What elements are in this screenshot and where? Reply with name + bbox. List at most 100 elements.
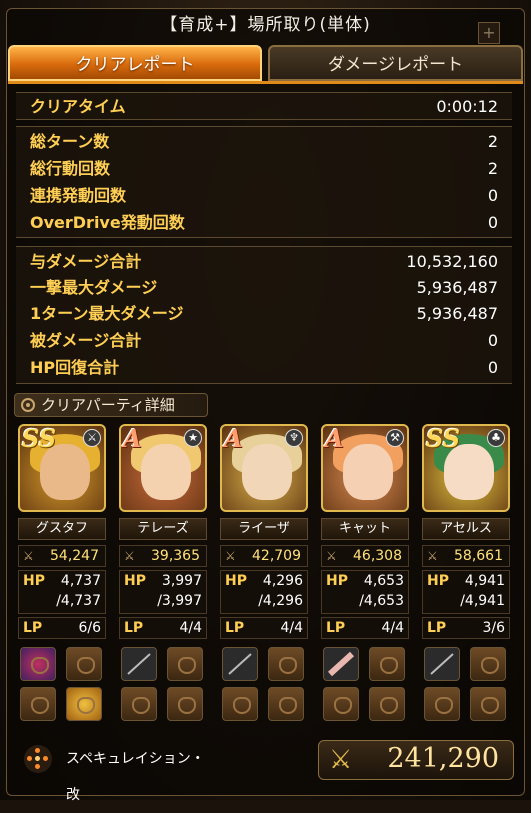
weapon-type-icon: ⚔ [83,429,101,447]
equipment-slots [321,647,409,725]
lp-label: LP [23,620,43,636]
lp-label: LP [225,620,245,636]
stat-row: 1ターン最大ダメージ 5,936,487 [16,301,512,327]
equipment-slot[interactable] [20,647,56,681]
equipment-slot[interactable] [121,647,157,681]
power-value: 46,308 [353,548,402,564]
weapon-type-icon: ★ [184,429,202,447]
hp-label: HP [326,573,348,589]
stat-row: OverDrive発動回数 0 [16,210,512,236]
party-member-card[interactable]: SS ♣ アセルス ⚔ 58,661 HP 4,941/4,941 LP 3/6 [422,424,510,725]
equipment-slot[interactable] [66,647,102,681]
stat-row: 与ダメージ合計 10,532,160 [16,249,512,275]
character-portrait[interactable]: A ⚒ [321,424,409,512]
crossed-swords-icon: ⚔ [326,549,337,563]
stat-row: 連携発動回数 0 [16,183,512,209]
character-portrait[interactable]: SS ⚔ [18,424,106,512]
equipment-slot[interactable] [424,687,460,721]
hp-current: 4,296 [262,573,303,589]
party-member-card[interactable]: A ⚒ キャット ⚔ 46,308 HP 4,653/4,653 LP 4/4 [321,424,409,725]
rank-badge: A [325,424,344,453]
formation-bar[interactable]: スペキュレイション・改 [16,741,216,803]
character-portrait[interactable]: A ♆ [220,424,308,512]
equipment-slot[interactable] [323,647,359,681]
turn-stats-panel: 総ターン数 2 総行動回数 2 連携発動回数 0 OverDrive発動回数 0 [16,126,512,238]
character-name: アセルス [422,518,510,540]
lp-value: 3/6 [482,620,505,636]
equipment-slot[interactable] [222,647,258,681]
equipment-slot[interactable] [424,647,460,681]
equipment-slot[interactable] [222,687,258,721]
equipment-slot[interactable] [66,687,102,721]
stat-value: 5,936,487 [416,304,498,323]
stat-label: 連携発動回数 [30,186,127,205]
weapon-type-icon: ♣ [487,429,505,447]
lp-box: LP 6/6 [18,617,106,639]
power-value: 42,709 [252,548,301,564]
equipment-slot[interactable] [323,687,359,721]
power-value: 54,247 [50,548,99,564]
equipment-slot[interactable] [470,647,506,681]
character-face [343,444,393,500]
stat-row: 総ターン数 2 [16,129,512,155]
party-member-card[interactable]: A ♆ ライーザ ⚔ 42,709 HP 4,296/4,296 LP 4/4 [220,424,308,725]
rank-badge: SS [426,424,461,453]
clear-time-row: クリアタイム 0:00:12 [16,94,512,120]
tab-damage-report[interactable]: ダメージレポート [268,45,523,81]
crossed-swords-icon: ⚔ [427,549,438,563]
hp-max: /3,997 [157,593,202,609]
weapon-type-icon: ⚒ [386,429,404,447]
stat-label: 1ターン最大ダメージ [30,304,184,323]
equipment-slot[interactable] [167,687,203,721]
character-name: ライーザ [220,518,308,540]
equipment-slots [220,647,308,725]
tab-divider [8,81,523,84]
lp-value: 4/4 [179,620,202,636]
stat-label: 総ターン数 [30,132,110,151]
character-portrait[interactable]: SS ♣ [422,424,510,512]
stat-row: 被ダメージ合計 0 [16,328,512,354]
hp-box: HP 4,737/4,737 [18,570,106,614]
equipment-slot[interactable] [167,647,203,681]
lp-value: 4/4 [381,620,404,636]
stat-row: HP回復合計 0 [16,355,512,381]
power-box: ⚔ 46,308 [321,545,409,567]
character-name: グスタフ [18,518,106,540]
damage-stats-panel: 与ダメージ合計 10,532,160 一撃最大ダメージ 5,936,487 1ターン… [16,246,512,384]
party-member-card[interactable]: A ★ テレーズ ⚔ 39,365 HP 3,997/3,997 LP 4/4 [119,424,207,725]
equipment-slot[interactable] [121,687,157,721]
gear-icon [21,398,35,412]
party-member-card[interactable]: SS ⚔ グスタフ ⚔ 54,247 HP 4,737/4,737 LP 6/6 [18,424,106,725]
stat-label: 一撃最大ダメージ [30,278,158,297]
power-box: ⚔ 39,365 [119,545,207,567]
equipment-slot[interactable] [369,647,405,681]
power-box: ⚔ 58,661 [422,545,510,567]
equipment-slot[interactable] [20,687,56,721]
equipment-slot[interactable] [268,687,304,721]
hp-max: /4,737 [56,593,101,609]
character-name: キャット [321,518,409,540]
equipment-slots [119,647,207,725]
stat-value: 2 [487,159,498,178]
equipment-slot[interactable] [369,687,405,721]
clear-party-header: クリアパーティ詳細 [14,393,208,417]
hp-current: 3,997 [161,573,202,589]
tab-clear-report[interactable]: クリアレポート [8,45,262,81]
stat-value: 2 [487,132,498,151]
hp-box: HP 4,941/4,941 [422,570,510,614]
character-face [242,444,292,500]
hp-label: HP [225,573,247,589]
equipment-slot[interactable] [470,687,506,721]
total-power-value: 241,290 [387,743,499,774]
stat-label: 被ダメージ合計 [30,331,142,350]
formation-label: スペキュレイション・改 [66,751,205,803]
equipment-slot[interactable] [268,647,304,681]
lp-box: LP 4/4 [119,617,207,639]
character-portrait[interactable]: A ★ [119,424,207,512]
page-title: 【育成+】場所取り(単体) [160,15,371,35]
crossed-swords-icon: ⚔ [225,549,236,563]
lp-box: LP 3/6 [422,617,510,639]
stat-label: HP回復合計 [30,358,120,377]
hp-max: /4,653 [359,593,404,609]
power-box: ⚔ 54,247 [18,545,106,567]
